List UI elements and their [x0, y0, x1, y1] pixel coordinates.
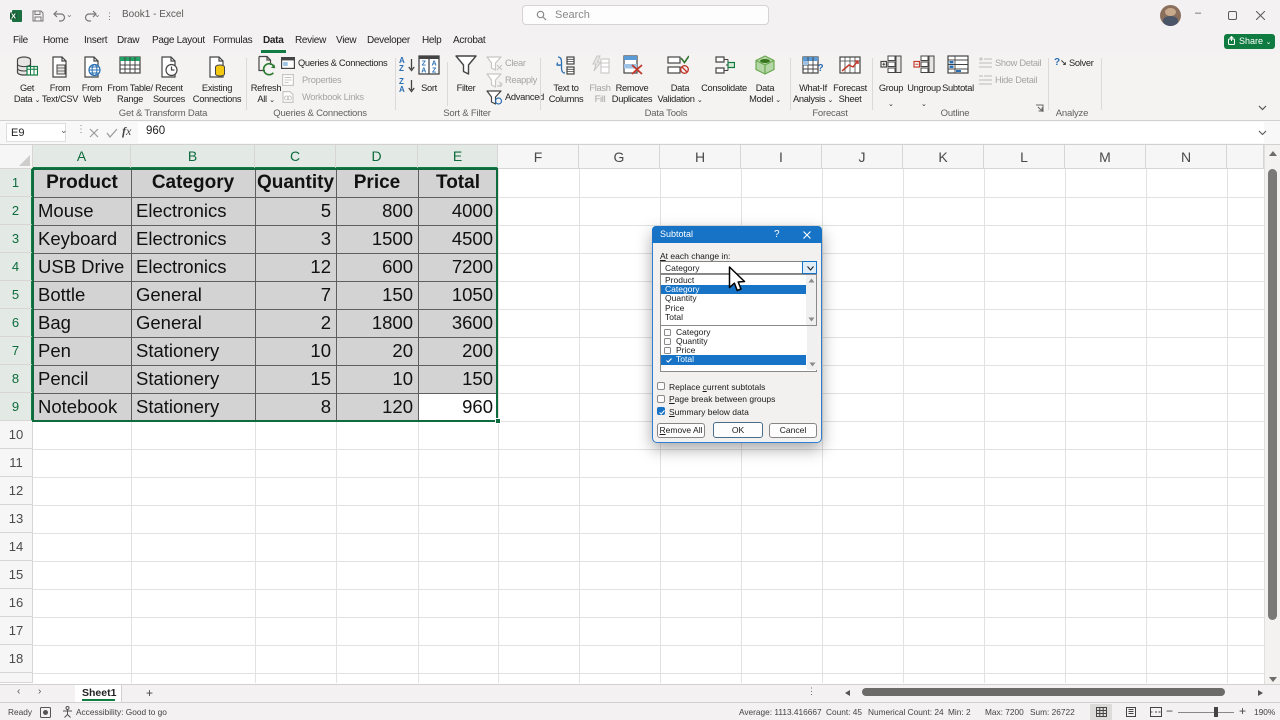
svg-text:A: A [432, 61, 437, 68]
svg-text:Z: Z [432, 68, 437, 75]
svg-text:X: X [11, 12, 16, 21]
svg-text:Z: Z [422, 61, 427, 68]
svg-text:?: ? [817, 63, 823, 74]
svg-text:A: A [421, 68, 426, 75]
